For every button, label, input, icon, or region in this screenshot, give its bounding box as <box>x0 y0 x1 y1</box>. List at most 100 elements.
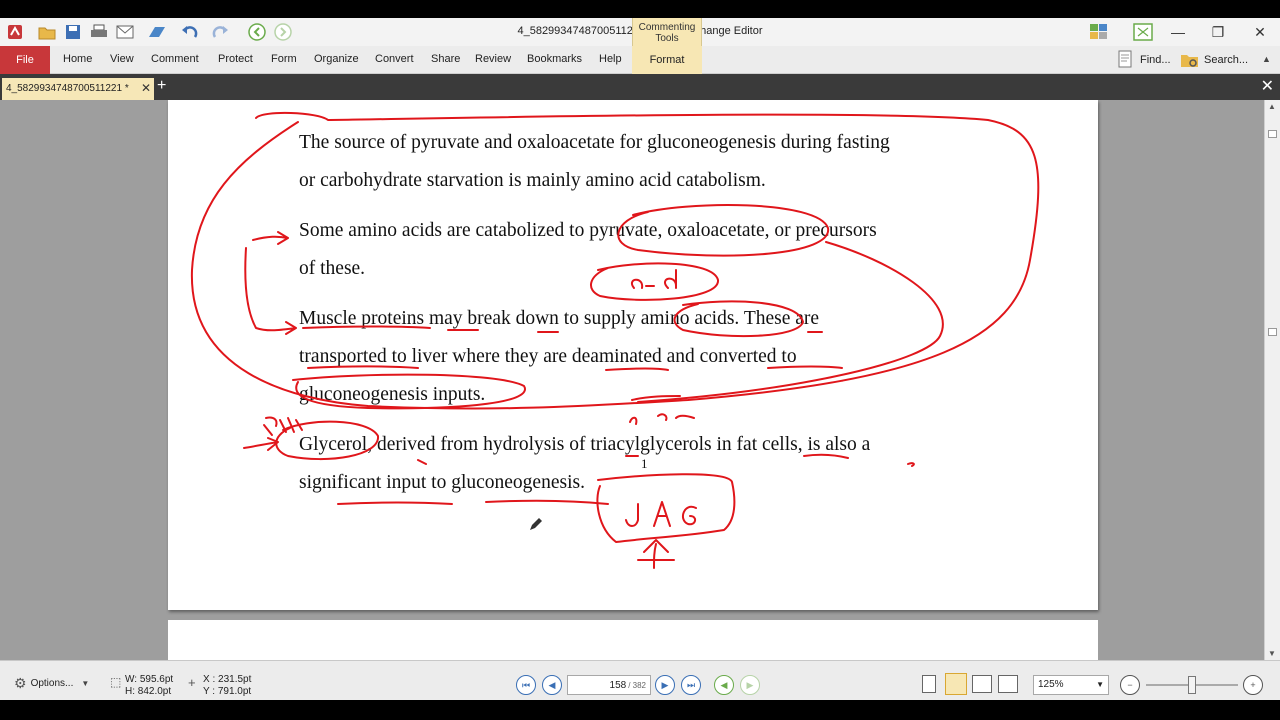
ink-arrow-up <box>637 539 675 569</box>
facing-pages-icon[interactable] <box>972 675 992 693</box>
vertical-scrollbar[interactable]: ▲ ▼ <box>1264 100 1280 660</box>
document-tab-label: 4_5829934748700511221 * <box>6 83 129 94</box>
scroll-down-icon[interactable]: ▼ <box>1268 649 1276 658</box>
zoom-slider-thumb[interactable] <box>1188 676 1196 694</box>
scroll-up-icon[interactable]: ▲ <box>1268 102 1276 111</box>
find-icon <box>1118 50 1132 68</box>
new-tab-icon[interactable]: + <box>157 77 166 95</box>
options-label: Options... <box>30 678 74 689</box>
ink-letters-jag <box>625 501 697 527</box>
single-page-icon[interactable] <box>922 675 936 693</box>
scroll-thumb-marker-2[interactable] <box>1268 328 1277 336</box>
document-tab[interactable]: 4_5829934748700511221 * ✕ <box>2 78 154 100</box>
ink-outer-loop <box>190 111 1040 410</box>
ribbon-collapse-icon[interactable]: ▲ <box>1262 54 1271 64</box>
cursor-x: X : 231.5pt <box>203 674 252 685</box>
ink-arrow-glycerol <box>243 437 279 451</box>
find-button[interactable]: Find... <box>1118 50 1171 70</box>
document-tab-bar: 4_5829934748700511221 * ✕ + ✕ <box>0 74 1280 100</box>
continuous-facing-icon[interactable] <box>998 675 1018 693</box>
context-tab-label: Commenting Tools <box>638 22 696 44</box>
menu-share[interactable]: Share <box>431 53 460 65</box>
pencil-cursor-icon <box>530 518 542 530</box>
ink-connector <box>637 241 944 403</box>
current-page: 158 <box>609 679 627 691</box>
back-icon[interactable] <box>246 21 268 43</box>
ribbon-menu-bar: File Home View Comment Protect Form Orga… <box>0 46 1280 74</box>
status-bar: ⚙ Options... ▼ ⬚ W: 595.6pt H: 842.0pt +… <box>0 660 1280 700</box>
menu-review[interactable]: Review <box>475 53 511 65</box>
previous-page-button[interactable]: ◀ <box>542 675 562 695</box>
ink-arrow-1 <box>252 231 289 245</box>
ink-ticks <box>417 453 915 467</box>
screen-border <box>0 700 1280 720</box>
file-menu-button[interactable]: File <box>0 46 50 74</box>
handwritten-annotations <box>190 111 1040 569</box>
gear-icon: ⚙ <box>14 675 27 691</box>
search-folder-icon <box>1181 55 1198 67</box>
redo-icon[interactable] <box>210 21 232 43</box>
forward-icon[interactable] <box>272 21 294 43</box>
zoom-dropdown-icon: ▼ <box>1096 680 1104 689</box>
zoom-out-button[interactable]: − <box>1120 675 1140 695</box>
page-height: H: 842.0pt <box>125 686 172 697</box>
menu-form[interactable]: Form <box>271 53 297 65</box>
menu-protect[interactable]: Protect <box>218 53 253 65</box>
chevron-down-icon: ▼ <box>81 679 90 688</box>
menu-organize[interactable]: Organize <box>314 53 359 65</box>
find-label: Find... <box>1140 54 1171 66</box>
zoom-slider[interactable] <box>1146 676 1238 694</box>
document-tab-close-icon[interactable]: ✕ <box>141 81 151 95</box>
undo-icon[interactable] <box>178 21 200 43</box>
zoom-value: 125% <box>1038 679 1064 690</box>
open-folder-icon[interactable] <box>36 21 58 43</box>
app-logo-icon <box>4 21 26 43</box>
ink-bracket <box>244 247 297 335</box>
ink-box-jag <box>596 473 736 543</box>
next-view-button[interactable]: ▶ <box>740 675 760 695</box>
page-number-field[interactable]: 158 / 382 <box>567 675 651 695</box>
options-button[interactable]: ⚙ Options... ▼ <box>14 675 89 692</box>
restore-button[interactable]: ❐ <box>1198 18 1238 46</box>
continuous-page-icon[interactable] <box>945 673 967 695</box>
ink-underline-3 <box>337 499 609 505</box>
ink-oval-oxaloacetate <box>617 204 830 257</box>
close-all-tabs-icon[interactable]: ✕ <box>1261 76 1274 96</box>
scan-icon[interactable] <box>146 21 168 43</box>
search-button[interactable]: Search... <box>1180 50 1248 70</box>
cursor-position-icon: + <box>188 675 196 690</box>
menu-comment[interactable]: Comment <box>151 53 199 65</box>
ink-oval-aa <box>590 262 720 301</box>
save-icon[interactable] <box>62 21 84 43</box>
ink-underline-1 <box>302 325 823 333</box>
total-pages: / 382 <box>628 680 646 690</box>
print-icon[interactable] <box>88 21 110 43</box>
menu-help[interactable]: Help <box>599 53 622 65</box>
customize-icon[interactable] <box>1088 21 1110 43</box>
menu-bookmarks[interactable]: Bookmarks <box>527 53 582 65</box>
ink-letters-aa <box>631 269 677 289</box>
next-page-button[interactable]: ▶ <box>655 675 675 695</box>
minimize-button[interactable]: — <box>1158 18 1198 46</box>
menu-convert[interactable]: Convert <box>375 53 414 65</box>
close-button[interactable]: ✕ <box>1240 18 1280 46</box>
first-page-button[interactable]: ⏮ <box>516 675 536 695</box>
document-viewport[interactable]: The source of pyruvate and oxaloacetate … <box>0 100 1264 660</box>
menu-format[interactable]: Format <box>632 46 702 74</box>
previous-view-button[interactable]: ◀ <box>714 675 734 695</box>
menu-view[interactable]: View <box>110 53 134 65</box>
scroll-thumb-marker-1[interactable] <box>1268 130 1277 138</box>
fullscreen-icon[interactable] <box>1132 21 1154 43</box>
last-page-button[interactable]: ⏭ <box>681 675 701 695</box>
page-width: W: 595.6pt <box>125 674 174 685</box>
ink-underline-2 <box>307 365 843 371</box>
zoom-select[interactable]: 125% ▼ <box>1033 675 1109 695</box>
page-size-icon: ⬚ <box>110 675 122 689</box>
ink-oval-gluconeogenesis <box>292 373 526 410</box>
zoom-in-button[interactable]: + <box>1243 675 1263 695</box>
email-icon[interactable] <box>114 21 136 43</box>
search-label: Search... <box>1204 54 1249 66</box>
ink-oval-amino-acids <box>673 300 804 338</box>
menu-home[interactable]: Home <box>63 53 92 65</box>
next-pdf-page <box>168 620 1098 660</box>
